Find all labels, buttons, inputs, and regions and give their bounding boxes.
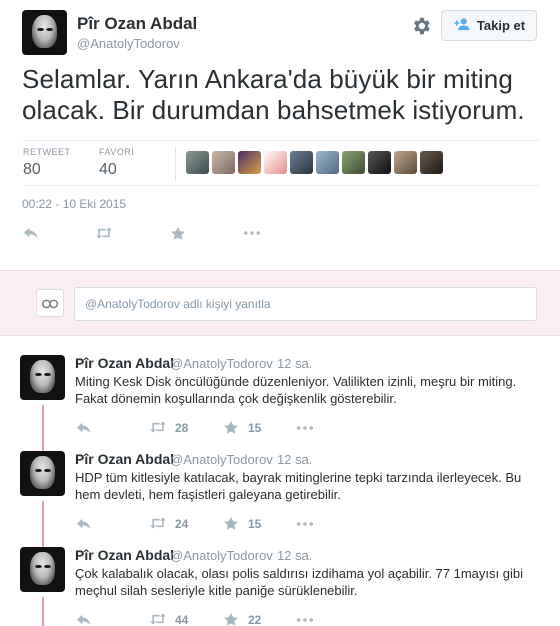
reply-author-avatar[interactable] — [20, 355, 65, 400]
retweet-icon — [149, 612, 167, 626]
favorite-count: 15 — [248, 421, 262, 435]
retweet-stat-label: RETWEET — [23, 147, 71, 157]
reply-author-name[interactable]: Pîr Ozan Abdal — [75, 547, 174, 563]
reply-time[interactable]: 12 sa. — [277, 452, 312, 467]
tweet-text: Selamlar. Yarın Ankara'da büyük bir miti… — [22, 64, 525, 125]
favorite-button[interactable]: 15 — [222, 419, 261, 437]
follow-button[interactable]: Takip et — [441, 10, 537, 41]
favoriter-avatar[interactable] — [342, 151, 365, 174]
favorite-icon[interactable] — [169, 224, 187, 242]
reply-actions: 24 15 — [75, 515, 375, 533]
reply-icon[interactable] — [22, 224, 40, 242]
reply-icon[interactable] — [75, 515, 93, 533]
reply-text: Miting Kesk Disk öncülüğünde düzenleniyo… — [75, 374, 517, 406]
reply-text: HDP tüm kitlesiyle katılacak, bayrak mit… — [75, 470, 522, 502]
tweet-stats: RETWEET 80 FAVORİ 40 — [22, 140, 540, 186]
retweet-count: 44 — [175, 613, 189, 626]
author-name[interactable]: Pîr Ozan Abdal — [77, 14, 197, 34]
stat-divider — [175, 147, 176, 181]
retweet-icon — [149, 420, 167, 437]
reply-composer: @AnatolyTodorov adlı kişiyi yanıtla — [0, 270, 560, 336]
more-icon[interactable] — [296, 611, 314, 626]
favoriter-avatar[interactable] — [264, 151, 287, 174]
favoriter-avatar[interactable] — [420, 151, 443, 174]
follow-button-label: Takip et — [476, 18, 526, 33]
reply-author-handle[interactable]: @AnatolyTodorov — [170, 548, 273, 563]
add-user-icon — [453, 17, 471, 34]
retweet-stat-count: 80 — [23, 161, 41, 178]
retweet-count: 28 — [175, 421, 189, 435]
reply-actions: 28 15 — [75, 419, 375, 437]
favorite-count: 22 — [248, 613, 262, 626]
favorite-button[interactable]: 22 — [222, 611, 261, 626]
author-avatar[interactable] — [22, 10, 67, 55]
favorite-icon — [222, 420, 240, 437]
favorite-count: 15 — [248, 517, 262, 531]
reply-author-name[interactable]: Pîr Ozan Abdal — [75, 451, 174, 467]
more-icon[interactable] — [243, 224, 261, 242]
favoriters-list — [186, 151, 443, 174]
retweet-count: 24 — [175, 517, 189, 531]
favoriter-avatar[interactable] — [290, 151, 313, 174]
favorite-stat-count: 40 — [99, 161, 117, 178]
retweet-button[interactable]: 28 — [149, 419, 188, 437]
favoriter-avatar[interactable] — [368, 151, 391, 174]
retweet-icon[interactable] — [95, 224, 113, 242]
reply-separator: · — [266, 452, 271, 467]
favoriter-avatar[interactable] — [238, 151, 261, 174]
gear-icon[interactable] — [410, 15, 432, 37]
reply-time[interactable]: 12 sa. — [277, 548, 312, 563]
favorite-stat-label: FAVORİ — [99, 147, 135, 157]
reply-icon[interactable] — [75, 611, 93, 626]
favoriter-avatar[interactable] — [394, 151, 417, 174]
reply-author-avatar[interactable] — [20, 547, 65, 592]
reply-author-avatar[interactable] — [20, 451, 65, 496]
reply-separator: · — [266, 548, 271, 563]
thread-reply: Pîr Ozan Abdal @AnatolyTodorov · 12 sa. … — [0, 547, 560, 626]
reply-time[interactable]: 12 sa. — [277, 356, 312, 371]
favorite-icon — [222, 516, 240, 533]
reply-author-handle[interactable]: @AnatolyTodorov — [170, 356, 273, 371]
tweet-timestamp[interactable]: 00:22 - 10 Eki 2015 — [22, 197, 126, 211]
reply-author-name[interactable]: Pîr Ozan Abdal — [75, 355, 174, 371]
reply-placeholder: adlı kişiyi yanıtla — [179, 297, 271, 311]
favorite-button[interactable]: 15 — [222, 515, 261, 533]
favoriter-avatar[interactable] — [186, 151, 209, 174]
favoriter-avatar[interactable] — [212, 151, 235, 174]
reply-mention: @AnatolyTodorov — [85, 297, 180, 311]
favoriter-avatar[interactable] — [316, 151, 339, 174]
thread-reply: Pîr Ozan Abdal @AnatolyTodorov · 12 sa. … — [0, 451, 560, 546]
reply-actions: 44 22 — [75, 611, 375, 626]
reply-input[interactable]: @AnatolyTodorov adlı kişiyi yanıtla — [74, 287, 537, 321]
retweet-stat[interactable]: RETWEET 80 — [23, 147, 71, 179]
reply-text: Çok kalabalık olacak, olası polis saldır… — [75, 566, 523, 598]
favorite-icon — [222, 612, 240, 626]
viewer-avatar — [36, 289, 64, 317]
favorite-stat[interactable]: FAVORİ 40 — [99, 147, 134, 179]
retweet-button[interactable]: 44 — [149, 611, 188, 626]
thread-reply: Pîr Ozan Abdal @AnatolyTodorov · 12 sa. … — [0, 355, 560, 450]
more-icon[interactable] — [296, 419, 314, 437]
retweet-icon — [149, 516, 167, 533]
author-handle[interactable]: @AnatolyTodorov — [77, 36, 180, 51]
reply-author-handle[interactable]: @AnatolyTodorov — [170, 452, 273, 467]
reply-separator: · — [266, 356, 271, 371]
reply-icon[interactable] — [75, 419, 93, 437]
more-icon[interactable] — [296, 515, 314, 533]
retweet-button[interactable]: 24 — [149, 515, 188, 533]
